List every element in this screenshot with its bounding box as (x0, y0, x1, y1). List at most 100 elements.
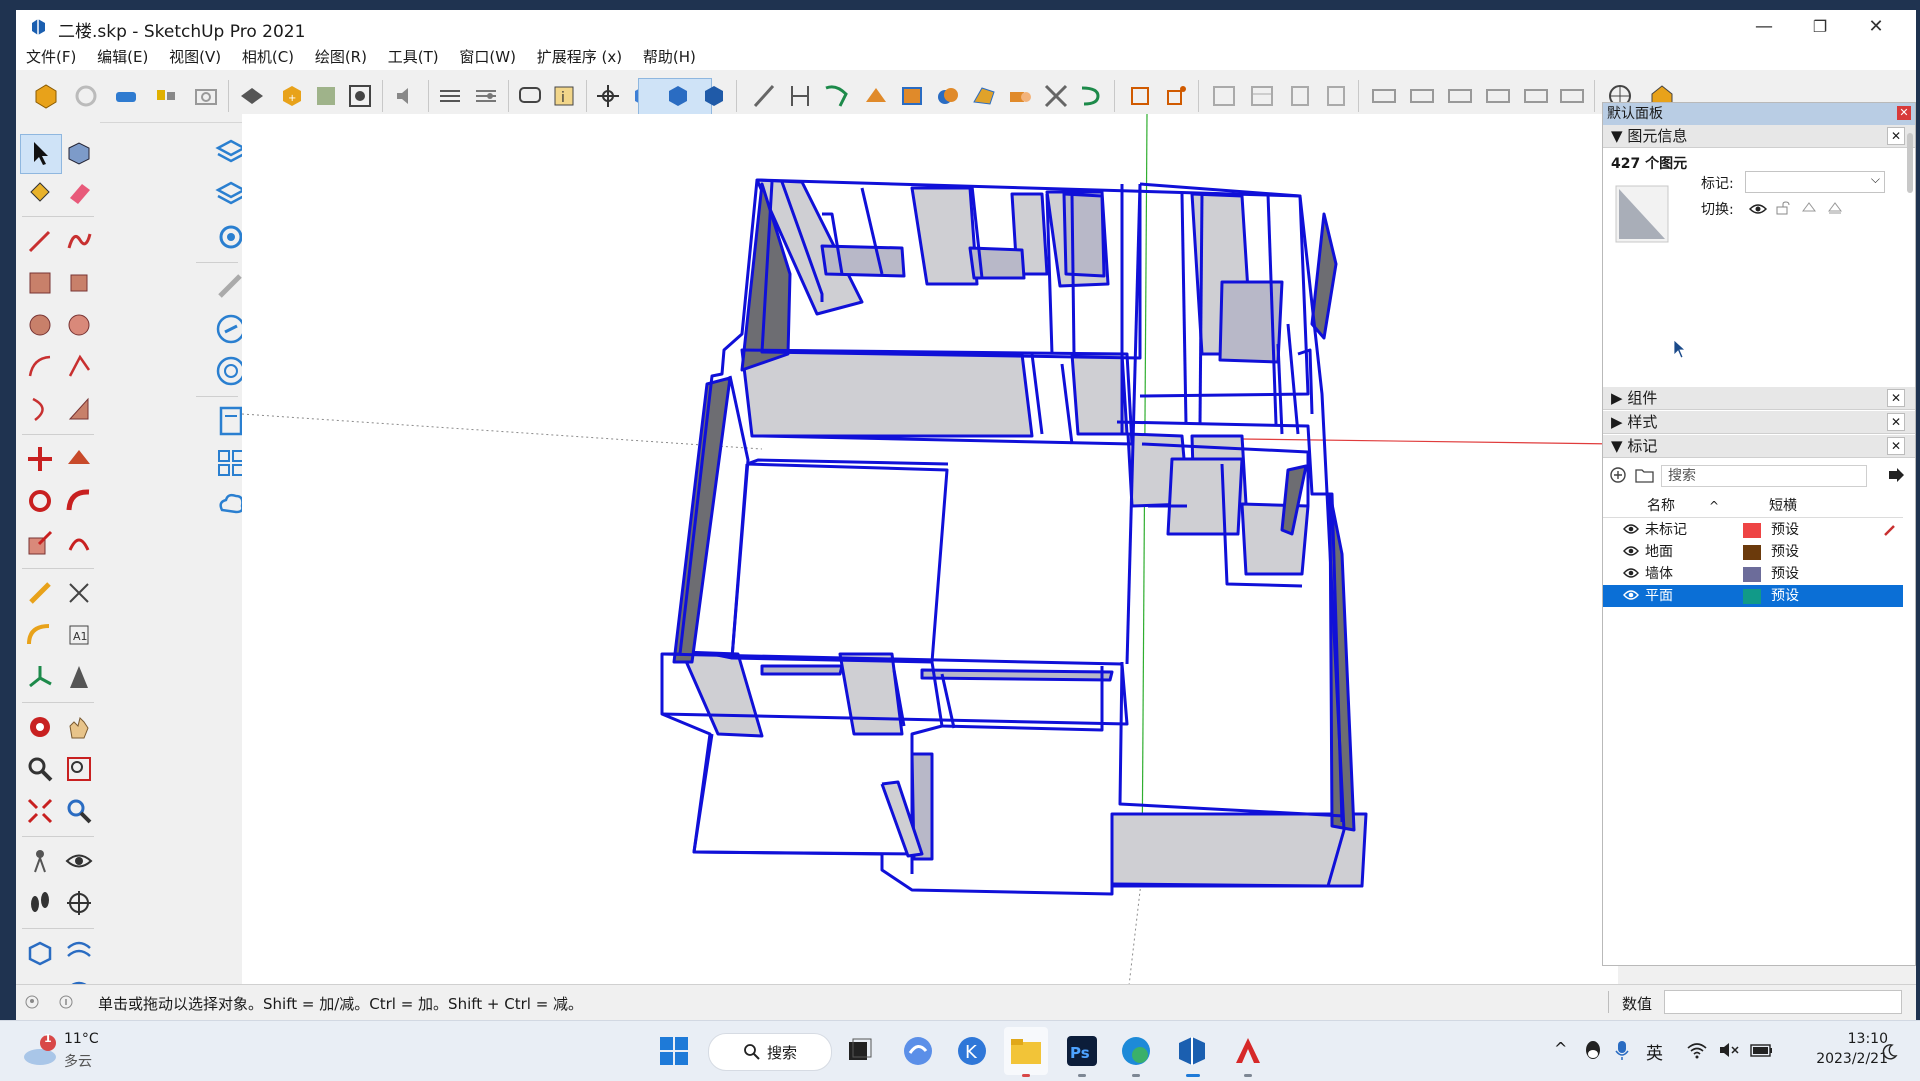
geo-location-status-icon[interactable] (24, 994, 40, 1010)
refresh-icon[interactable] (72, 82, 100, 110)
model-canvas[interactable] (242, 114, 1618, 994)
arc-icon[interactable] (25, 352, 55, 382)
clock-date[interactable]: 2023/2/21 (1798, 1051, 1888, 1067)
styles-close-icon[interactable]: ✕ (1887, 413, 1905, 431)
edge-dev-icon[interactable] (1118, 1033, 1154, 1069)
tag-row[interactable]: 未标记 预设 (1603, 519, 1903, 541)
trim-icon[interactable] (1042, 82, 1070, 110)
text-tool-icon[interactable]: A1 (64, 620, 94, 650)
battery-icon[interactable] (1750, 1041, 1774, 1059)
layout-c-icon[interactable] (1286, 82, 1314, 110)
pie-icon[interactable] (64, 394, 94, 424)
split-icon[interactable] (1078, 82, 1106, 110)
sliders-alt-icon[interactable] (472, 82, 500, 110)
clock-time[interactable]: 13:10 (1798, 1031, 1888, 1047)
sound-icon[interactable] (392, 82, 420, 110)
section-b-icon[interactable] (1408, 82, 1436, 110)
protractor-icon[interactable] (25, 620, 55, 650)
line-pencil-icon[interactable] (25, 226, 55, 256)
file-explorer-icon[interactable] (1008, 1033, 1044, 1069)
camera-icon[interactable] (192, 82, 220, 110)
previous-view-icon[interactable] (64, 796, 94, 826)
taskbar-search[interactable]: 搜索 (708, 1033, 832, 1071)
3d-warehouse-icon[interactable]: + (278, 82, 306, 110)
section-e-icon[interactable] (1522, 82, 1550, 110)
two-point-arc-icon[interactable] (64, 352, 94, 382)
section-f-icon[interactable] (1558, 82, 1586, 110)
make-group-icon[interactable] (1126, 82, 1154, 110)
orbit-tool-icon[interactable] (25, 712, 55, 742)
tag-dash[interactable]: 预设 (1771, 585, 1799, 607)
export-model-icon[interactable] (112, 82, 140, 110)
tray-close-icon[interactable]: ✕ (1897, 106, 1911, 120)
layout-a-icon[interactable] (1210, 82, 1238, 110)
section-a-icon[interactable] (1370, 82, 1398, 110)
menu-draw[interactable]: 绘图(R) (307, 44, 375, 70)
tags-header[interactable]: ▼ 标记 ✕ (1603, 435, 1915, 458)
scale-icon[interactable] (25, 528, 55, 558)
tag-color-swatch[interactable] (1743, 589, 1761, 604)
menu-tools[interactable]: 工具(T) (380, 44, 447, 70)
menu-window[interactable]: 窗口(W) (451, 44, 524, 70)
details-arrow-icon[interactable] (1887, 467, 1905, 483)
smoove-icon[interactable] (64, 938, 94, 968)
wifi-icon[interactable] (1686, 1041, 1708, 1059)
freehand-icon[interactable] (64, 226, 94, 256)
layout-b-icon[interactable] (1248, 82, 1276, 110)
entity-info-close-icon[interactable]: ✕ (1887, 127, 1905, 145)
move-icon[interactable] (25, 444, 55, 474)
generate-report-icon[interactable] (238, 82, 266, 110)
measurements-input[interactable] (1664, 990, 1902, 1014)
paint-bucket-icon[interactable] (25, 178, 55, 208)
visibility-eye-icon[interactable] (1623, 545, 1639, 557)
push-pull-icon[interactable] (862, 82, 890, 110)
top-view-icon[interactable] (664, 82, 692, 110)
section-plane-icon[interactable] (64, 888, 94, 918)
col-dash[interactable]: 短横 (1769, 495, 1797, 517)
visibility-eye-icon[interactable] (1623, 589, 1639, 601)
styles-header[interactable]: ▶ 样式 ✕ (1603, 411, 1915, 434)
zoom-icon[interactable] (25, 754, 55, 784)
entity-info-header[interactable]: ▼ 图元信息 ✕ (1603, 125, 1915, 148)
lock-icon[interactable] (1775, 201, 1791, 215)
add-tag-folder-icon[interactable] (1635, 466, 1655, 484)
maximize-button[interactable]: ❐ (1792, 10, 1848, 44)
show-hidden-icons[interactable]: ^ (1554, 1039, 1567, 1058)
dimension-tool-icon[interactable] (64, 578, 94, 608)
walk-footprints-icon[interactable] (25, 888, 55, 918)
notification-moon-icon[interactable] (1880, 1043, 1898, 1061)
info-icon[interactable]: i (550, 82, 578, 110)
visibility-eye-icon[interactable] (1623, 523, 1639, 535)
visibility-eye-icon[interactable] (1749, 203, 1767, 215)
make-component-icon[interactable] (1162, 82, 1190, 110)
zoom-extents-icon[interactable] (25, 796, 55, 826)
receive-shadows-icon[interactable] (1801, 201, 1817, 215)
microphone-icon[interactable] (1614, 1039, 1630, 1061)
select-arrow-icon[interactable] (25, 138, 55, 168)
extension-warehouse-icon[interactable] (312, 82, 340, 110)
text-bubble-icon[interactable] (516, 82, 544, 110)
three-point-arc-icon[interactable] (25, 394, 55, 424)
3d-text-icon[interactable] (64, 662, 94, 692)
k-app-icon[interactable]: K (954, 1033, 990, 1069)
tag-row-selected[interactable]: 平面 预设 (1603, 585, 1903, 607)
menu-extensions[interactable]: 扩展程序 (x) (529, 44, 630, 70)
rotate-icon[interactable] (25, 486, 55, 516)
weather-temp[interactable]: 11°C (64, 1031, 99, 1047)
tag-row[interactable]: 地面 预设 (1603, 541, 1903, 563)
input-method[interactable]: 英 (1646, 1039, 1663, 1064)
task-view-icon[interactable] (842, 1033, 878, 1069)
axes-icon[interactable] (25, 662, 55, 692)
pan-hand-icon[interactable] (64, 712, 94, 742)
warehouse-icon[interactable] (152, 82, 180, 110)
weather-desc[interactable]: 多云 (64, 1051, 92, 1071)
front-view-icon[interactable] (700, 82, 728, 110)
tape-measure-icon[interactable] (750, 82, 778, 110)
sort-up-icon[interactable]: ^ (1709, 495, 1719, 517)
volume-muted-icon[interactable] (1718, 1041, 1740, 1059)
look-around-eye-icon[interactable] (64, 846, 94, 876)
follow-me-tool-icon[interactable] (64, 486, 94, 516)
material-swatch-icon[interactable] (1615, 185, 1669, 243)
tag-color-swatch[interactable] (1743, 523, 1761, 538)
tag-row[interactable]: 墙体 预设 (1603, 563, 1903, 585)
